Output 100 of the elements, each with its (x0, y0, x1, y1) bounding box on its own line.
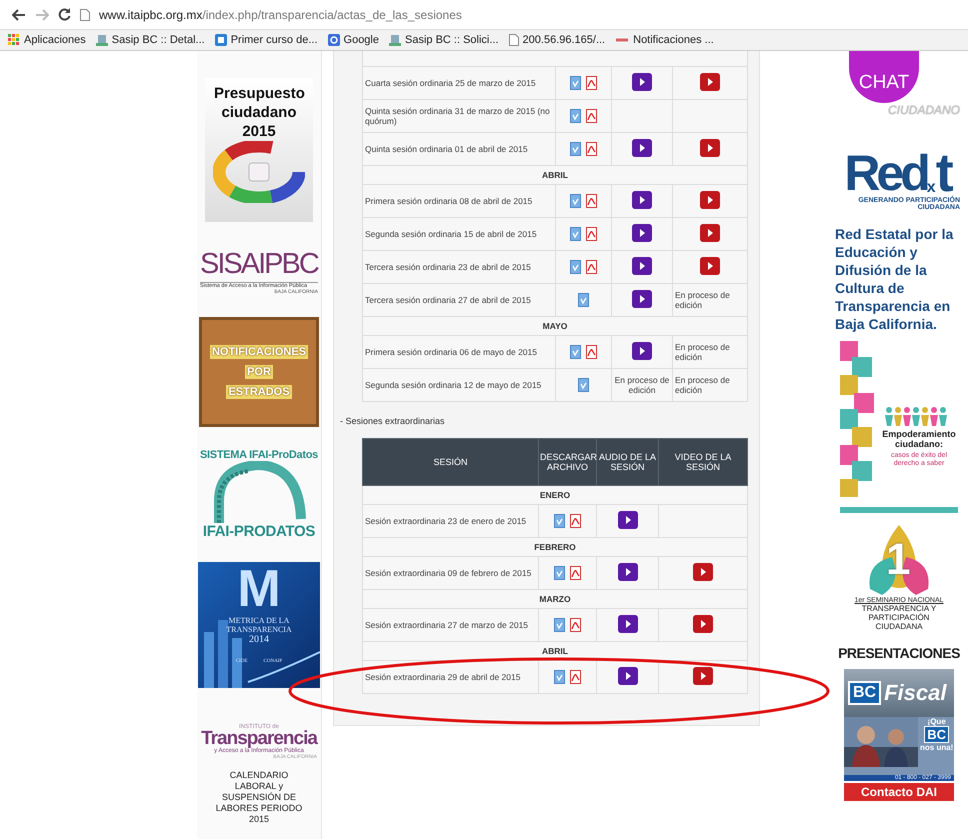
pdf-icon[interactable] (586, 109, 597, 123)
audio-play-button[interactable] (632, 342, 652, 360)
document-icon[interactable] (554, 618, 565, 632)
pdf-icon[interactable] (570, 566, 581, 580)
page-icon (80, 8, 90, 20)
bookmark[interactable]: 200.56.96.165/... (508, 34, 606, 46)
pdf-icon[interactable] (586, 142, 597, 156)
banner-label: POR (245, 365, 273, 379)
status-note: En proceso de edición (614, 375, 670, 395)
logo-title: Transparencia (201, 730, 317, 748)
back-icon[interactable] (12, 8, 26, 20)
calendar-link[interactable]: CALENDARIO LABORAL y SUSPENSIÓN DE LABORES PERIODO 2015 (211, 770, 307, 825)
document-icon[interactable] (570, 194, 581, 208)
bookmark[interactable]: Notificaciones ... (615, 34, 714, 46)
document-icon[interactable] (554, 566, 565, 580)
pdf-icon[interactable] (586, 194, 597, 208)
section-heading: PRESENTACIONES (838, 645, 960, 661)
bookmark[interactable]: Sasip BC :: Detal... (96, 34, 205, 46)
video-play-button[interactable] (700, 257, 720, 275)
logo-numeral: 1 (886, 535, 910, 585)
video-play-button[interactable] (693, 667, 713, 685)
month-heading: MARZO (362, 590, 748, 608)
document-icon[interactable] (570, 260, 581, 274)
chat-bubble: CHAT (849, 51, 919, 103)
video-play-button[interactable] (700, 73, 720, 91)
bookmark[interactable]: Aplicaciones (8, 34, 86, 46)
bookmark[interactable]: Google (328, 34, 379, 46)
bc-fiscal-banner[interactable]: BC Fiscal (844, 669, 954, 717)
audio-play-button[interactable] (618, 563, 638, 581)
audio-play-button[interactable] (632, 290, 652, 308)
month-heading: ABRIL (362, 166, 748, 184)
budget-banner[interactable]: Presupuesto ciudadano 2015 (205, 78, 313, 222)
reload-icon[interactable] (58, 8, 71, 21)
apps-grid-icon (8, 34, 20, 46)
session-name: Sesión extraordinaria 23 de enero de 2015 (362, 504, 538, 538)
logo-title: TRANSPARENCIA Y PARTICIPACIÓN CIUDADANA (860, 604, 938, 631)
video-play-button[interactable] (700, 139, 720, 157)
banner-label: ESTRADOS (226, 385, 292, 399)
document-icon[interactable] (578, 293, 589, 307)
audio-play-button[interactable] (618, 667, 638, 685)
video-play-button[interactable] (693, 563, 713, 581)
video-play-button[interactable] (693, 615, 713, 633)
bookmark[interactable]: Sasip BC :: Solici... (389, 34, 499, 46)
document-icon[interactable] (570, 109, 581, 123)
pdf-icon[interactable] (586, 345, 597, 359)
url-field[interactable]: www.itaipbc.org.mx/index.php/transparencia/actas_de_las_sesiones (99, 8, 462, 22)
pdf-icon[interactable] (586, 76, 597, 90)
computer-icon (389, 34, 401, 46)
audio-play-button[interactable] (618, 511, 638, 529)
logo-letter: t (936, 149, 954, 197)
banner-title[interactable]: SISTEMA IFAI-ProDatos (200, 449, 318, 461)
pdf-icon[interactable] (570, 514, 581, 528)
banner-title: Presupuesto ciudadano 2015 (214, 84, 304, 141)
audio-play-button[interactable] (632, 73, 652, 91)
session-name: Quinta sesión ordinaria 31 de marzo de 2015 (no quórum) (362, 100, 556, 132)
bookmark[interactable]: Primer curso de... (214, 34, 318, 46)
pdf-icon[interactable] (586, 227, 597, 241)
document-icon[interactable] (570, 142, 581, 156)
audio-play-button[interactable] (632, 191, 652, 209)
video-play-button[interactable] (700, 224, 720, 242)
computer-icon (96, 34, 108, 46)
status-note: En proceso de edición (675, 290, 731, 310)
session-name: Primera sesión ordinaria 08 de abril de 2015 (362, 184, 556, 218)
document-icon[interactable] (554, 670, 565, 684)
status-note: En proceso de edición (675, 375, 731, 395)
pdf-icon[interactable] (570, 670, 581, 684)
status-note: En proceso de edición (675, 342, 731, 362)
poster-title: Empoderamiento ciudadano: (881, 429, 957, 449)
audio-play-button[interactable] (632, 224, 652, 242)
banner-label: NOTIFICACIONES (210, 345, 308, 359)
audio-play-button[interactable] (632, 257, 652, 275)
logo-letter: x (926, 179, 936, 196)
banner-badge: BC (924, 726, 950, 743)
month-heading: ENERO (362, 486, 748, 504)
video-play-button[interactable] (700, 191, 720, 209)
session-name: Sesión extraordinaria 29 de abril de 2015 (362, 660, 538, 694)
contact-button[interactable]: Contacto DAI (844, 783, 954, 801)
audio-play-button[interactable] (632, 139, 652, 157)
session-name: Segunda sesión ordinaria 12 de mayo de 2015 (362, 368, 556, 402)
month-heading: MAYO (362, 316, 748, 336)
document-icon[interactable] (570, 345, 581, 359)
banner-letter: M (237, 562, 281, 616)
document-icon[interactable] (554, 514, 565, 528)
circle-icon (328, 34, 340, 46)
banner-title: Fiscal (884, 680, 946, 706)
chat-banner[interactable]: CHAT CIUDADANO (830, 51, 968, 133)
pdf-icon[interactable] (586, 260, 597, 274)
document-icon[interactable] (570, 227, 581, 241)
slogan-text: ¡Que (928, 717, 946, 726)
page-icon (508, 34, 519, 46)
session-name: Quinta sesión ordinaria 01 de abril de 2015 (362, 132, 556, 166)
document-icon[interactable] (578, 378, 589, 392)
session-name: Cuarta sesión ordinaria 25 de marzo de 2015 (362, 66, 556, 100)
banner-year: 2014 (249, 634, 269, 645)
pdf-icon[interactable] (570, 618, 581, 632)
document-icon[interactable] (570, 76, 581, 90)
square-icon (214, 34, 227, 46)
audio-play-button[interactable] (618, 615, 638, 633)
banner-badge: BC (848, 681, 882, 705)
session-name: Tercera sesión ordinaria 27 de abril de 2015 (362, 284, 556, 316)
